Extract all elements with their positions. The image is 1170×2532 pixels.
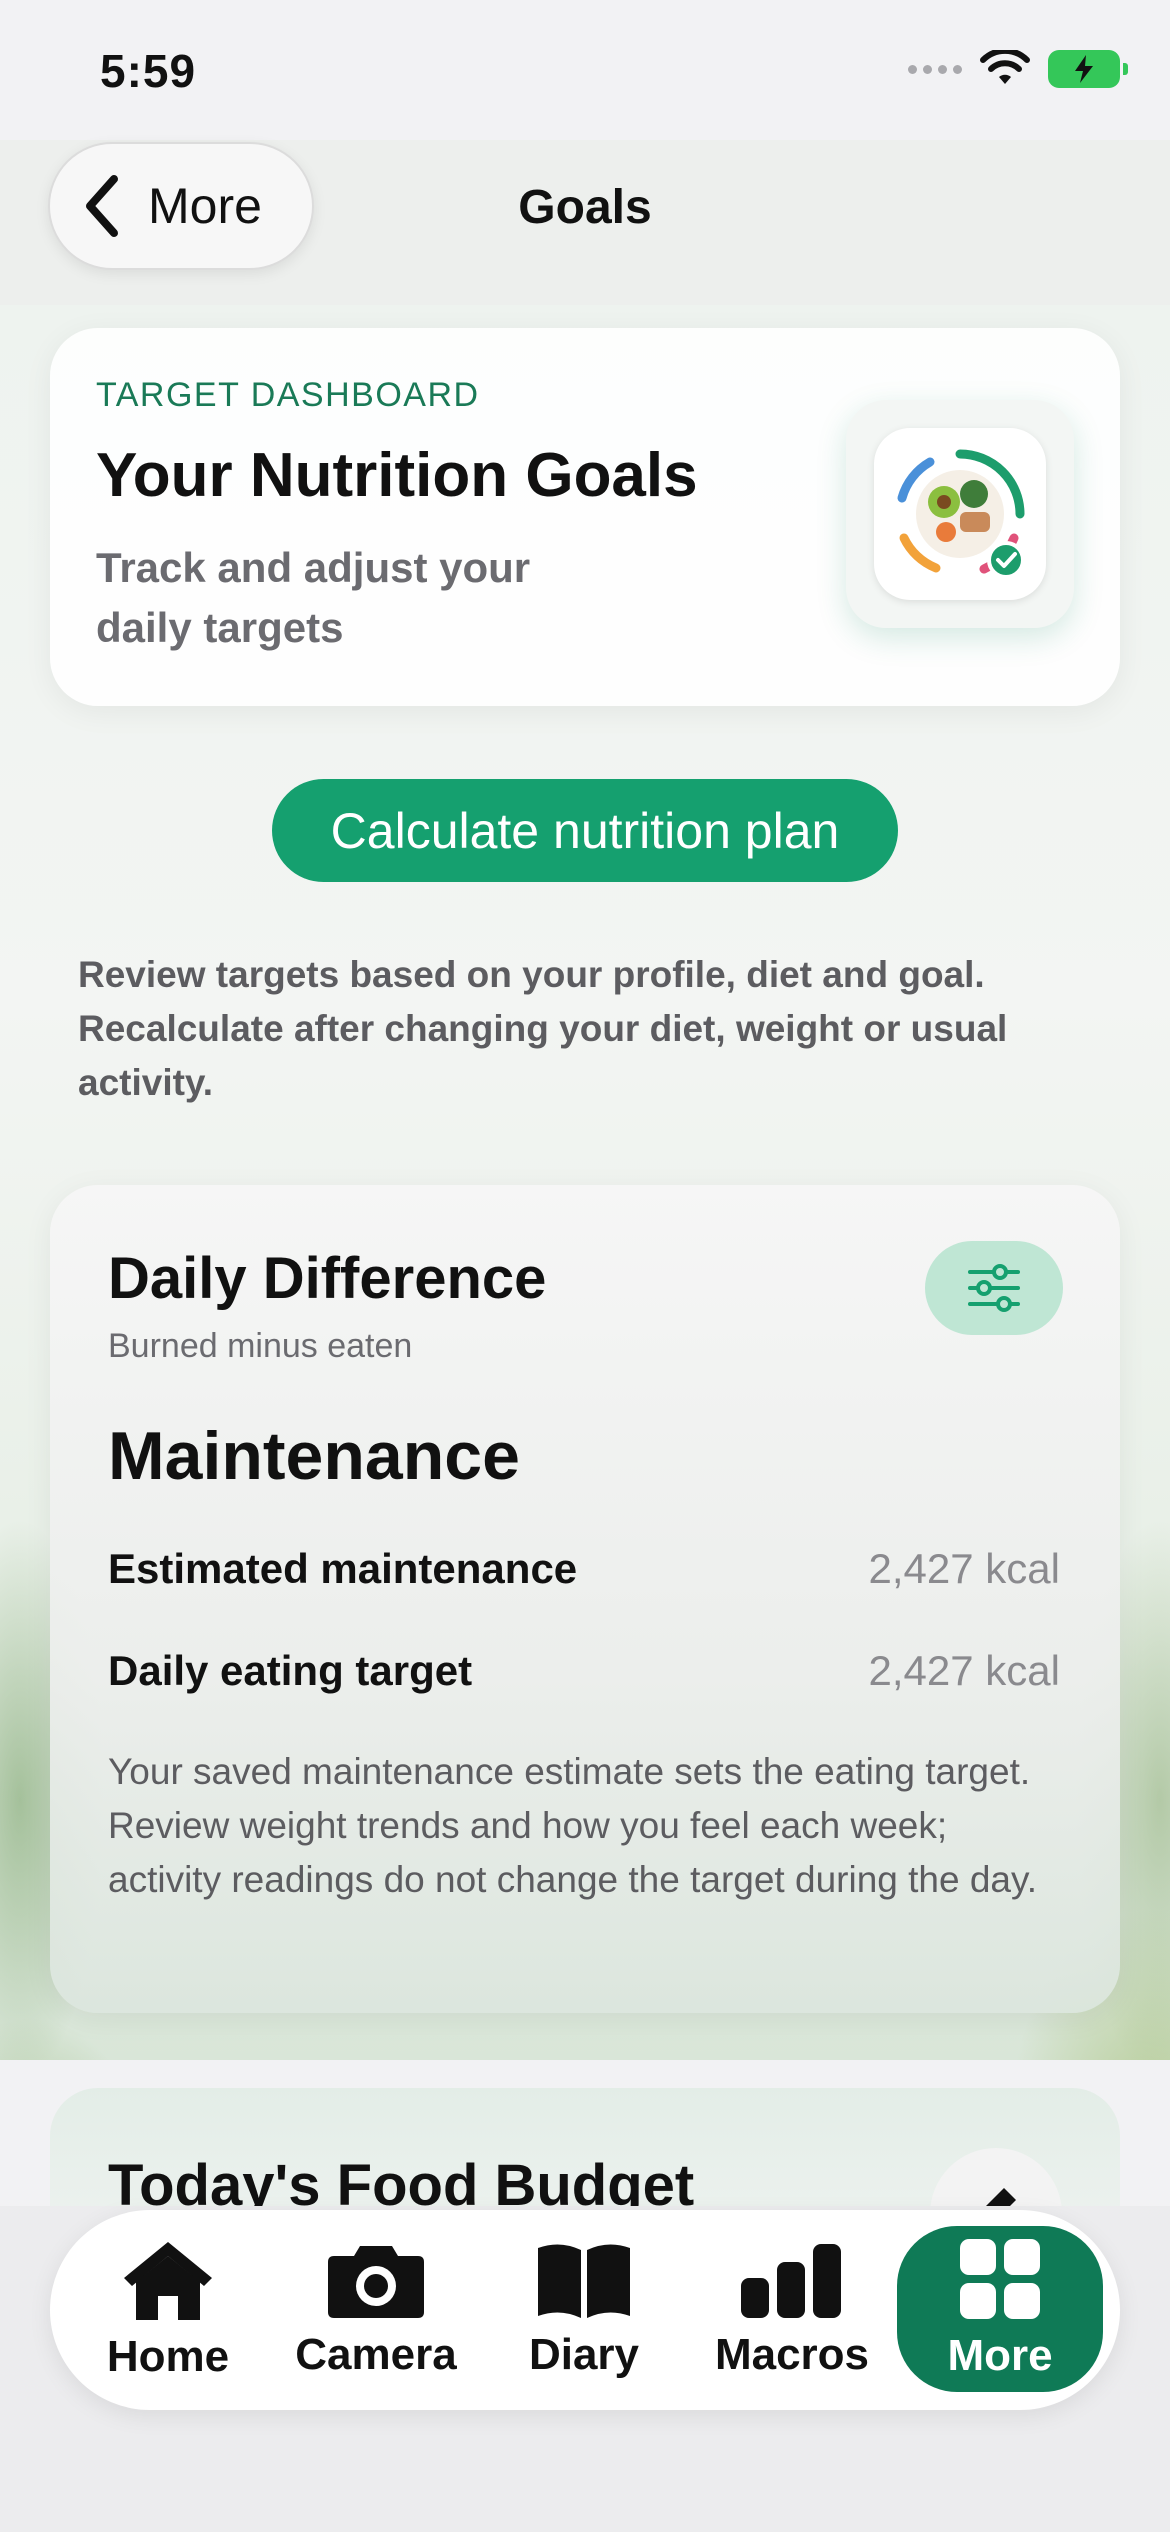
help-text: Review targets based on your profile, di… — [78, 954, 1008, 1103]
estimated-maintenance-label: Estimated maintenance — [108, 1545, 578, 1592]
status-time: 5:59 — [100, 45, 197, 97]
daily-difference-title: Daily Difference — [108, 1246, 547, 1311]
page-title: Goals — [518, 181, 652, 234]
adjust-settings-button[interactable] — [925, 1241, 1063, 1335]
tab-diary[interactable]: Diary — [484, 2210, 684, 2410]
daily-difference-subtitle: Burned minus eaten — [108, 1327, 413, 1365]
tab-camera[interactable]: Camera — [276, 2210, 476, 2410]
tab-home-label: Home — [106, 2332, 230, 2381]
status-icons — [908, 50, 1128, 88]
nutrition-bowl-icon-container — [846, 400, 1074, 628]
wifi-icon — [980, 50, 1030, 84]
daily-difference-description: Your saved maintenance estimate sets the… — [108, 1751, 1038, 1900]
tab-diary-label: Diary — [528, 2330, 640, 2379]
status-bar: 5:59 — [0, 0, 1170, 140]
tab-home[interactable]: Home — [68, 2210, 268, 2410]
sliders-icon — [968, 1264, 1020, 1312]
hero-title: Your Nutrition Goals — [96, 441, 698, 510]
home-icon — [124, 2242, 212, 2320]
tab-macros[interactable]: Macros — [692, 2210, 892, 2410]
estimated-maintenance-value: 2,427 kcal — [868, 1545, 1060, 1592]
camera-icon — [328, 2246, 424, 2318]
tab-more[interactable]: More — [897, 2226, 1103, 2392]
battery-charging-icon — [1048, 50, 1128, 88]
maintenance-heading: Maintenance — [108, 1418, 520, 1494]
bar-chart-icon — [741, 2244, 841, 2318]
daily-difference-card: Daily Difference Burned minus eaten Main… — [50, 1185, 1120, 2013]
book-icon — [538, 2244, 630, 2318]
hero-subtitle: Track and adjust your daily targets — [96, 544, 531, 651]
signal-dots-icon — [908, 64, 962, 74]
nutrition-bowl-icon — [874, 428, 1046, 600]
tab-camera-label: Camera — [295, 2330, 457, 2379]
daily-eating-target-label: Daily eating target — [108, 1647, 473, 1694]
tab-more-label: More — [947, 2331, 1053, 2380]
grid-icon — [960, 2239, 1040, 2319]
hero-eyebrow: TARGET DASHBOARD — [96, 376, 480, 414]
calculate-nutrition-plan-button[interactable]: Calculate nutrition plan — [272, 779, 898, 882]
tab-macros-label: Macros — [714, 2330, 870, 2379]
nutrition-goals-hero-card: TARGET DASHBOARD Your Nutrition Goals Tr… — [50, 328, 1120, 706]
daily-eating-target-value: 2,427 kcal — [868, 1647, 1060, 1694]
